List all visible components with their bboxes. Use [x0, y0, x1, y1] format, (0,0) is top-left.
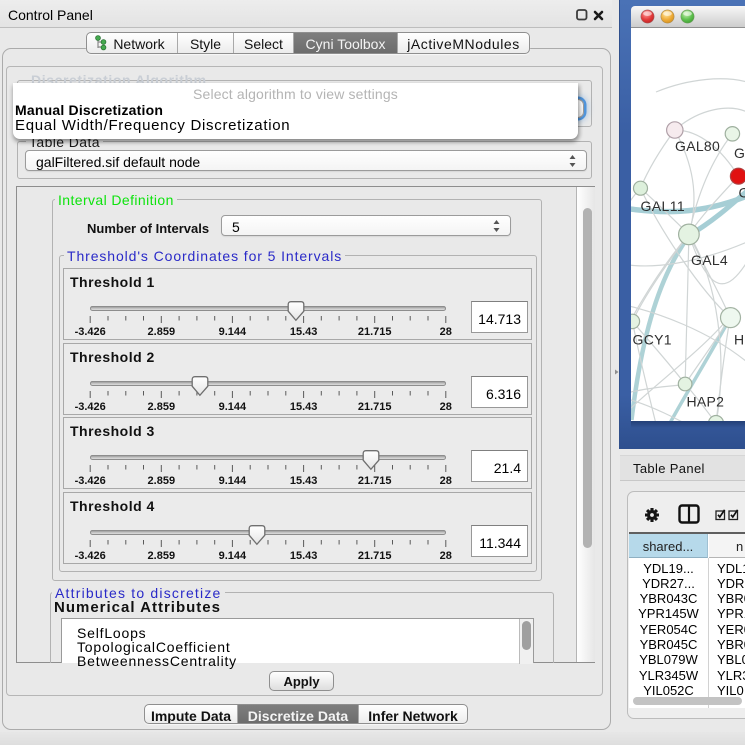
svg-text:C: C [739, 185, 745, 201]
svg-text:GCY1: GCY1 [633, 332, 672, 348]
svg-text:HAP2: HAP2 [687, 394, 725, 410]
svg-text:GAL4: GAL4 [691, 252, 728, 268]
svg-text:GAL80: GAL80 [675, 138, 720, 154]
svg-text:H: H [734, 332, 744, 348]
svg-text:GAL11: GAL11 [641, 198, 686, 214]
svg-text:G.: G. [734, 145, 745, 161]
